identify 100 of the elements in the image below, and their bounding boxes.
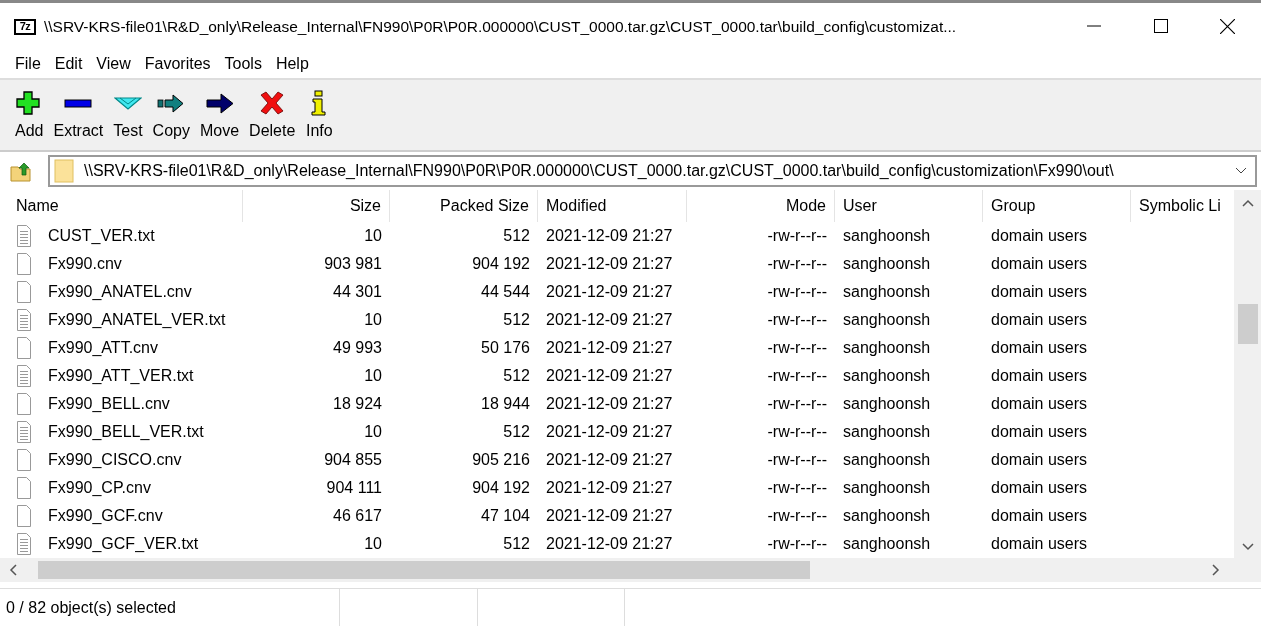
close-icon[interactable] (1220, 19, 1235, 34)
table-cell-text: sanghoonsh (842, 255, 932, 273)
scroll-right-icon[interactable] (1211, 564, 1221, 576)
table-cell-text: 10 (363, 535, 383, 553)
scroll-left-icon[interactable] (8, 564, 18, 576)
menu-item[interactable]: Tools (217, 55, 269, 73)
table-cell-text: domain users (990, 227, 1089, 245)
file-name[interactable]: Fx990_CISCO.cnv (40, 451, 190, 469)
selection-status: 0 / 82 object(s) selected (6, 598, 176, 617)
table-cell-text: 2021-12-09 21:27 (545, 255, 674, 273)
toolbar-button[interactable]: Test (108, 86, 148, 140)
table-cell-text: -rw-r--r-- (766, 367, 828, 385)
file-icon (16, 252, 32, 276)
toolbar-button[interactable]: Add (10, 86, 49, 140)
table-cell-text: 2021-12-09 21:27 (545, 367, 674, 385)
table-cell-text: domain users (990, 311, 1089, 329)
table-cell-text: 2021-12-09 21:27 (545, 423, 674, 441)
table-cell-text: sanghoonsh (842, 423, 932, 441)
scrollbar-thumb[interactable] (38, 561, 810, 579)
file-icon (16, 476, 32, 500)
file-name[interactable]: Fx990_GCF.cnv (40, 507, 171, 525)
menu-item[interactable]: Help (268, 55, 316, 73)
table-cell-text: sanghoonsh (842, 367, 932, 385)
column-header[interactable]: Symbolic Li (1131, 190, 1230, 222)
table-cell-text: 904 111 (325, 479, 383, 497)
table-cell-text: -rw-r--r-- (766, 311, 828, 329)
menu-item[interactable]: Edit (47, 55, 90, 73)
file-name[interactable]: Fx990_BELL.cnv (40, 395, 178, 413)
table-cell-text: 2021-12-09 21:27 (545, 395, 674, 413)
table-cell-text: sanghoonsh (842, 451, 932, 469)
file-icon (16, 448, 32, 472)
table-cell-text: sanghoonsh (842, 311, 932, 329)
maximize-icon[interactable] (1153, 19, 1168, 33)
file-name[interactable]: CUST_VER.txt (40, 227, 163, 245)
table-cell-text: sanghoonsh (842, 283, 932, 301)
column-header[interactable]: Mode (687, 190, 835, 222)
file-icon (16, 392, 32, 416)
table-cell-text: 44 301 (332, 283, 383, 301)
table-cell-text: sanghoonsh (842, 227, 932, 245)
table-cell-text: 2021-12-09 21:27 (545, 311, 674, 329)
column-header[interactable]: Packed Size (390, 190, 538, 222)
table-cell-text: 10 (363, 423, 383, 441)
table-cell-text: 18 944 (480, 395, 531, 413)
toolbar-button[interactable]: Delete (244, 86, 301, 140)
dropdown-icon[interactable] (1235, 167, 1247, 175)
table-cell-text: -rw-r--r-- (766, 255, 828, 273)
up-folder-icon[interactable] (10, 160, 34, 182)
table-cell-text: 47 104 (480, 507, 531, 525)
column-header[interactable]: User (835, 190, 983, 222)
table-cell-text: sanghoonsh (842, 535, 932, 553)
toolbar-button[interactable]: Copy (147, 86, 195, 140)
table-cell-text: 512 (502, 227, 531, 245)
table-cell-text: domain users (990, 339, 1089, 357)
table-cell-text: -rw-r--r-- (766, 423, 828, 441)
table-cell-text: 512 (502, 367, 531, 385)
horizontal-scrollbar[interactable] (0, 558, 1261, 582)
text-file-icon (16, 532, 32, 556)
file-name[interactable]: Fx990_CP.cnv (40, 479, 159, 497)
scrollbar-thumb[interactable] (1237, 304, 1258, 344)
arrow-icon (205, 90, 234, 116)
toolbar-button[interactable]: Move (194, 86, 245, 140)
table-cell-text: -rw-r--r-- (766, 227, 828, 245)
toolbar-button[interactable]: Info (300, 86, 339, 140)
table-cell-text: -rw-r--r-- (766, 395, 828, 413)
table-cell-text: 512 (502, 535, 531, 553)
file-name[interactable]: Fx990_ATT.cnv (40, 339, 166, 357)
table-cell-text: 18 924 (332, 395, 383, 413)
menu-item[interactable]: File (8, 55, 48, 73)
column-header[interactable]: Size (243, 190, 390, 222)
table-cell-text: -rw-r--r-- (766, 451, 828, 469)
file-name[interactable]: Fx990_ANATEL.cnv (40, 283, 200, 301)
file-icon (16, 280, 32, 304)
table-cell-text: 2021-12-09 21:27 (545, 227, 674, 245)
table-cell-text: 10 (363, 367, 383, 385)
menu-item[interactable]: Favorites (137, 55, 218, 73)
table-cell-text: domain users (990, 395, 1089, 413)
table-cell-text: 512 (502, 423, 531, 441)
vertical-scrollbar[interactable] (1234, 190, 1261, 558)
column-header[interactable]: Modified (538, 190, 687, 222)
table-cell-text: 512 (502, 311, 531, 329)
column-header[interactable]: Name (8, 190, 243, 222)
table-cell-text: -rw-r--r-- (766, 507, 828, 525)
file-name[interactable]: Fx990_ATT_VER.txt (40, 367, 202, 385)
table-cell-text: -rw-r--r-- (766, 339, 828, 357)
table-cell-text: 2021-12-09 21:27 (545, 451, 674, 469)
file-name[interactable]: Fx990.cnv (40, 255, 130, 273)
table-cell-text: 905 216 (471, 451, 531, 469)
toolbar-button[interactable]: Extract (48, 86, 109, 140)
file-name[interactable]: Fx990_ANATEL_VER.txt (40, 311, 234, 329)
column-header[interactable]: Group (983, 190, 1131, 222)
table-cell-text: -rw-r--r-- (766, 283, 828, 301)
file-icon (16, 336, 32, 360)
menu-item[interactable]: View (89, 55, 138, 73)
path-field[interactable]: \\SRV-KRS-file01\R&D_only\Release_Internal\FN990\P0R\P0R.000000\CUST_0000.tar.gz\CUST_0000.tar\build_config\customization\Fx990\out\ (48, 155, 1257, 187)
scroll-up-icon[interactable] (1241, 198, 1254, 208)
file-name[interactable]: Fx990_BELL_VER.txt (40, 423, 212, 441)
table-cell-text: domain users (990, 367, 1089, 385)
file-name[interactable]: Fx990_GCF_VER.txt (40, 535, 207, 553)
table-cell-text: domain users (990, 283, 1089, 301)
scroll-down-icon[interactable] (1241, 542, 1254, 552)
